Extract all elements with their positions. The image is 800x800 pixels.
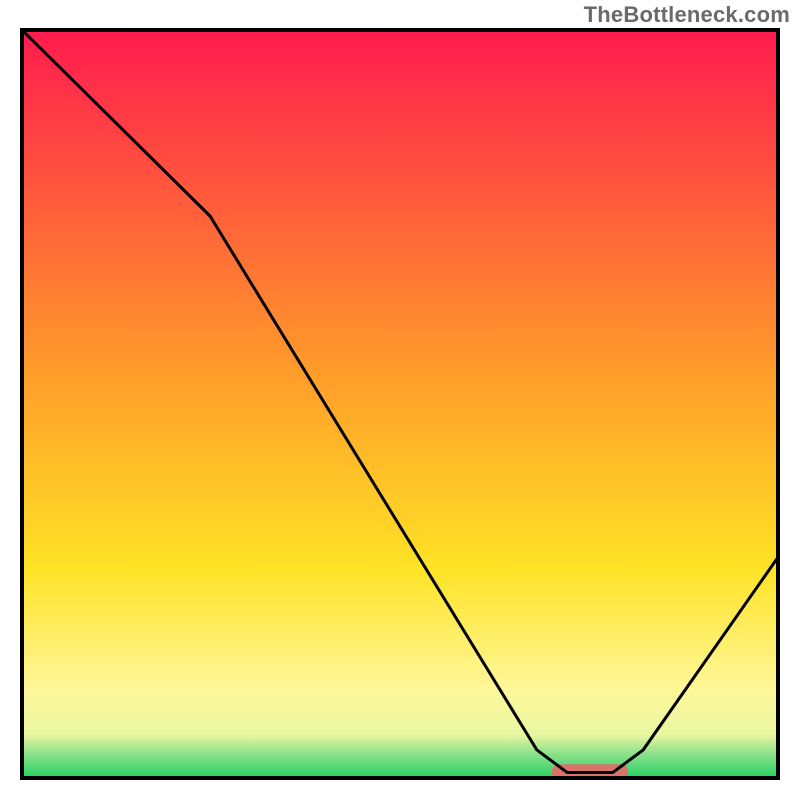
- bottleneck-chart: [20, 28, 780, 780]
- chart-container: TheBottleneck.com: [0, 0, 800, 800]
- watermark-text: TheBottleneck.com: [584, 2, 790, 28]
